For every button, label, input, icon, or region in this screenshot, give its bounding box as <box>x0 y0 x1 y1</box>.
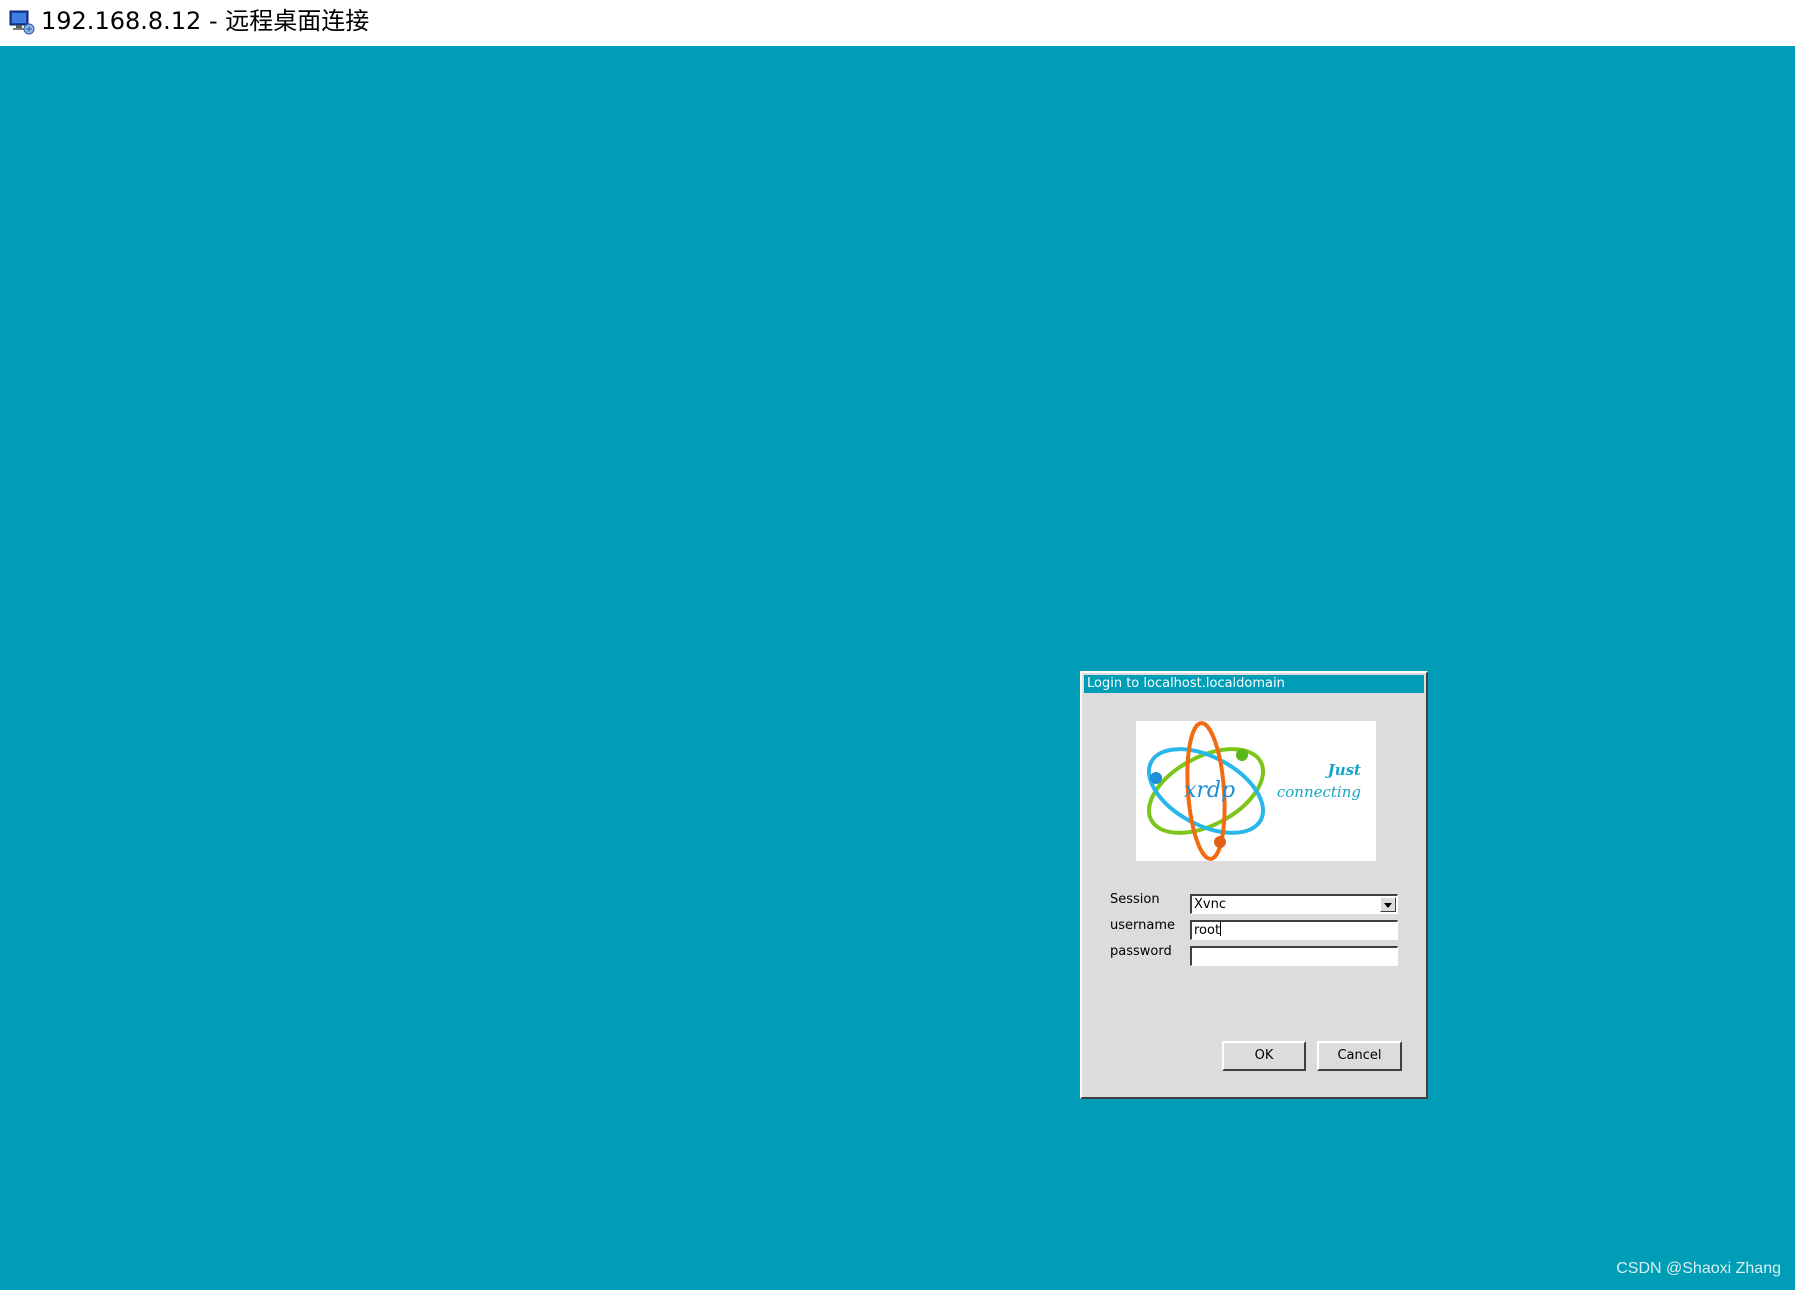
remote-desktop-area[interactable] <box>0 46 1795 1290</box>
username-value: root <box>1194 923 1221 938</box>
session-label: Session <box>1110 892 1160 907</box>
username-field[interactable]: root <box>1190 920 1398 940</box>
text-caret <box>1220 922 1222 936</box>
dialog-title-bar[interactable]: Login to localhost.localdomain <box>1084 675 1424 693</box>
username-label: username <box>1110 918 1175 933</box>
chevron-down-icon[interactable] <box>1380 897 1396 912</box>
session-select[interactable]: Xvnc <box>1190 894 1398 914</box>
logo-tagline-line2: connecting <box>1277 783 1361 801</box>
watermark: CSDN @Shaoxi Zhang <box>1616 1260 1781 1277</box>
logo-tagline-line1: Just <box>1325 761 1361 779</box>
title-bar[interactable]: 192.168.8.12 - 远程桌面连接 <box>0 0 1795 46</box>
logo-brand-text: xrdp <box>1184 778 1235 803</box>
session-value: Xvnc <box>1194 897 1226 912</box>
password-field[interactable] <box>1190 946 1398 966</box>
remote-desktop-window: 192.168.8.12 - 远程桌面连接 Login to localhost… <box>0 0 1795 1290</box>
remote-desktop-icon <box>9 10 35 35</box>
xrdp-logo: xrdp Just connecting <box>1136 721 1376 861</box>
password-label: password <box>1110 944 1172 959</box>
login-dialog: Login to localhost.localdomain xrdp Just… <box>1080 671 1428 1099</box>
ok-button[interactable]: OK <box>1222 1041 1306 1071</box>
cancel-button[interactable]: Cancel <box>1317 1041 1402 1071</box>
window-title: 192.168.8.12 - 远程桌面连接 <box>41 7 370 35</box>
